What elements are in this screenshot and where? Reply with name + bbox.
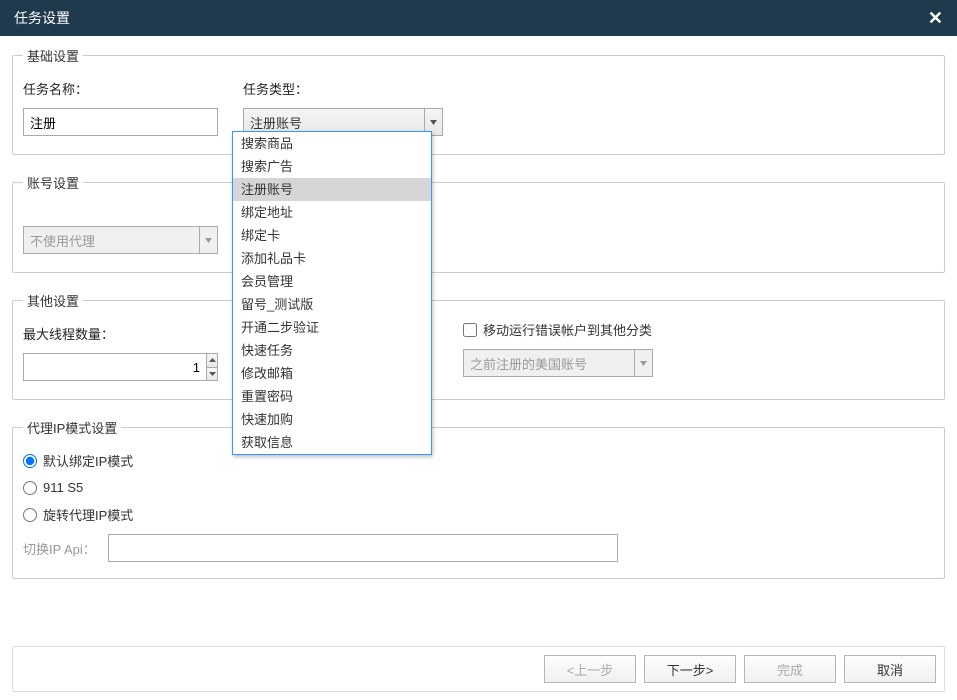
- 911-s5-label: 911 S5: [43, 480, 83, 495]
- dropdown-item[interactable]: 添加礼品卡: [233, 247, 431, 270]
- task-name-input[interactable]: [23, 108, 218, 136]
- basic-settings-group: 基础设置 任务名称： 任务类型： 注册账号: [12, 46, 945, 155]
- dropdown-button: [200, 226, 218, 254]
- wizard-footer: <上一步 下一步> 完成 取消: [12, 646, 945, 692]
- task-name-label: 任务名称：: [23, 79, 223, 98]
- next-button[interactable]: 下一步>: [644, 655, 736, 683]
- chevron-down-icon: [430, 120, 437, 125]
- prev-button: <上一步: [544, 655, 636, 683]
- dropdown-item[interactable]: 绑定地址: [233, 201, 431, 224]
- spinner-up-button[interactable]: [207, 353, 218, 367]
- proxy-ip-settings-legend: 代理IP模式设置: [23, 418, 121, 437]
- other-settings-legend: 其他设置: [23, 291, 83, 310]
- register-combobox: 之前注册的美国账号: [463, 349, 653, 377]
- dropdown-item[interactable]: 快速任务: [233, 339, 431, 362]
- task-type-label: 任务类型：: [243, 79, 453, 98]
- dropdown-button: [635, 349, 653, 377]
- spinner-down-button[interactable]: [207, 367, 218, 382]
- max-threads-spinner[interactable]: [23, 353, 218, 381]
- default-ip-label: 默认绑定IP模式: [43, 451, 133, 470]
- chevron-down-icon: [640, 361, 647, 366]
- ip-api-label: 切换IP Api：: [23, 539, 96, 558]
- other-settings-group: 其他设置 最大线程数量： 移动运行错误帐户到其他分类 之前注册: [12, 291, 945, 400]
- register-display: 之前注册的美国账号: [463, 349, 635, 377]
- proxy-display: 不使用代理: [23, 226, 200, 254]
- dropdown-item[interactable]: 搜索商品: [233, 132, 431, 155]
- proxy-ip-settings-group: 代理IP模式设置 默认绑定IP模式 911 S5 旋转代理IP模式 切换IP A…: [12, 418, 945, 579]
- dropdown-item[interactable]: 获取信息: [233, 431, 431, 454]
- dropdown-item[interactable]: 注册账号: [233, 178, 431, 201]
- dropdown-item[interactable]: 重置密码: [233, 385, 431, 408]
- dropdown-item[interactable]: 会员管理: [233, 270, 431, 293]
- dialog-titlebar: 任务设置 ✕: [0, 0, 957, 36]
- ip-api-input: [108, 534, 618, 562]
- chevron-down-icon: [209, 372, 216, 376]
- move-error-label: 移动运行错误帐户到其他分类: [483, 320, 652, 339]
- close-icon[interactable]: ✕: [928, 8, 943, 29]
- dropdown-item[interactable]: 修改邮箱: [233, 362, 431, 385]
- cancel-button[interactable]: 取消: [844, 655, 936, 683]
- default-ip-radio[interactable]: [23, 454, 37, 468]
- 911-s5-radio[interactable]: [23, 481, 37, 495]
- basic-settings-legend: 基础设置: [23, 46, 83, 65]
- dropdown-item[interactable]: 快速加购: [233, 408, 431, 431]
- account-settings-group: 账号设置 不使用代理: [12, 173, 945, 273]
- chevron-down-icon: [205, 238, 212, 243]
- dropdown-item[interactable]: 搜索广告: [233, 155, 431, 178]
- proxy-combobox: 不使用代理: [23, 226, 218, 254]
- move-error-checkbox[interactable]: [463, 323, 477, 337]
- dropdown-item[interactable]: 留号_测试版: [233, 293, 431, 316]
- task-type-dropdown-list[interactable]: 搜索商品搜索广告注册账号绑定地址绑定卡添加礼品卡会员管理留号_测试版开通二步验证…: [232, 131, 432, 455]
- max-threads-input[interactable]: [23, 353, 207, 381]
- dropdown-item[interactable]: 绑定卡: [233, 224, 431, 247]
- dropdown-item[interactable]: 开通二步验证: [233, 316, 431, 339]
- rotate-ip-label: 旋转代理IP模式: [43, 505, 133, 524]
- account-settings-legend: 账号设置: [23, 173, 83, 192]
- rotate-ip-radio[interactable]: [23, 508, 37, 522]
- chevron-up-icon: [209, 358, 216, 362]
- finish-button: 完成: [744, 655, 836, 683]
- dialog-title: 任务设置: [14, 8, 70, 28]
